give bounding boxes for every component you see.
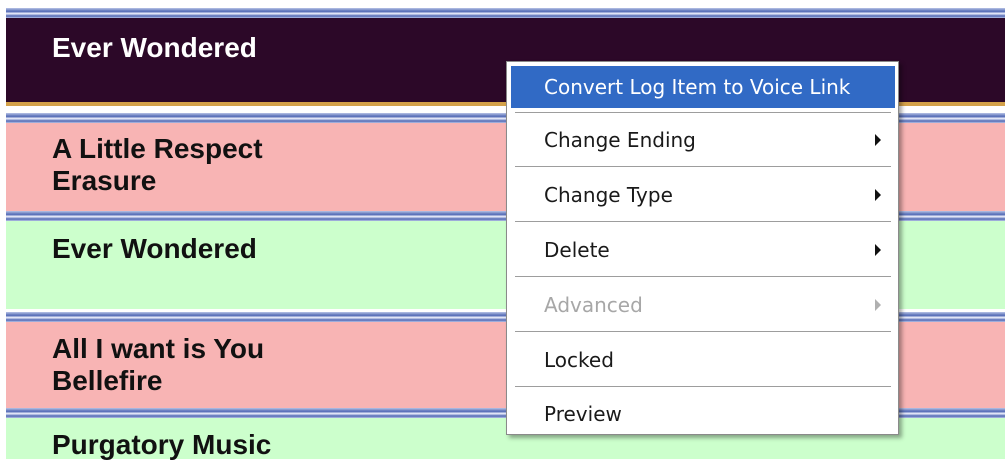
menu-item-change-ending[interactable]: Change Ending (511, 119, 895, 161)
log-item-title: Ever Wondered (52, 32, 257, 63)
menu-item-change-type[interactable]: Change Type (511, 174, 895, 216)
menu-separator (515, 166, 891, 168)
menu-item-label: Convert Log Item to Voice Link (544, 75, 851, 99)
menu-separator (515, 276, 891, 278)
submenu-arrow-icon (875, 134, 881, 146)
menu-item-label: Delete (544, 238, 610, 262)
menu-item-label: Preview (544, 402, 622, 426)
menu-item-preview[interactable]: Preview (511, 393, 895, 435)
row-separator (6, 8, 1005, 18)
menu-item-label: Advanced (544, 293, 643, 317)
menu-item-label: Locked (544, 348, 614, 372)
submenu-arrow-icon (875, 189, 881, 201)
submenu-arrow-icon (875, 299, 881, 311)
context-menu: Convert Log Item to Voice Link Change En… (506, 61, 899, 435)
menu-separator (515, 386, 891, 388)
menu-item-advanced: Advanced (511, 284, 895, 326)
menu-separator (515, 331, 891, 333)
submenu-arrow-icon (875, 244, 881, 256)
menu-separator (515, 221, 891, 223)
menu-item-delete[interactable]: Delete (511, 229, 895, 271)
menu-item-convert-to-voice-link[interactable]: Convert Log Item to Voice Link (511, 66, 895, 108)
menu-item-label: Change Ending (544, 128, 696, 152)
menu-item-label: Change Type (544, 183, 673, 207)
menu-item-locked[interactable]: Locked (511, 339, 895, 381)
menu-separator (515, 112, 891, 114)
